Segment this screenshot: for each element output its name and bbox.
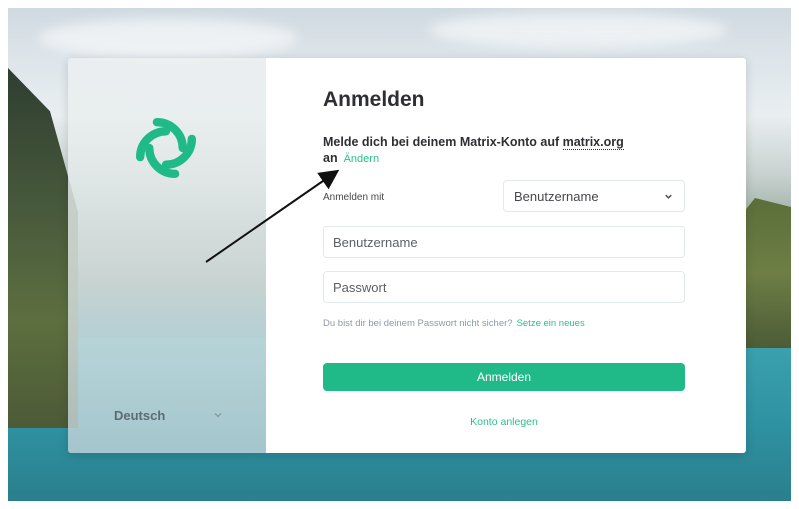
auth-side-panel: Deutsch bbox=[68, 58, 266, 453]
language-dropdown[interactable]: Deutsch bbox=[114, 404, 224, 426]
login-card: Deutsch Anmelden Melde dich bei deinem M… bbox=[68, 58, 746, 453]
server-info-text: Melde dich bei deinem Matrix-Konto auf m… bbox=[323, 134, 663, 167]
server-name: matrix.org bbox=[562, 135, 624, 150]
username-input[interactable] bbox=[323, 226, 685, 258]
element-logo-icon bbox=[135, 117, 197, 179]
login-with-label: Anmelden mit bbox=[323, 192, 385, 203]
server-info-prefix: Melde dich bei deinem Matrix-Konto auf bbox=[323, 135, 563, 149]
chevron-down-icon bbox=[665, 194, 672, 199]
background-cloud bbox=[38, 18, 298, 58]
page-title: Anmelden bbox=[323, 88, 425, 111]
chevron-down-icon bbox=[214, 412, 222, 418]
create-account-link[interactable]: Konto anlegen bbox=[323, 416, 685, 428]
forgot-password-row: Du bist dir bei deinem Passwort nicht si… bbox=[323, 318, 585, 329]
login-method-dropdown[interactable]: Benutzername bbox=[503, 180, 685, 212]
sign-in-button[interactable]: Anmelden bbox=[323, 363, 685, 391]
language-selected-label: Deutsch bbox=[114, 407, 166, 423]
background-cloud bbox=[428, 12, 728, 48]
forgot-password-text: Du bist dir bei deinem Passwort nicht si… bbox=[323, 318, 513, 329]
change-server-link[interactable]: Ändern bbox=[344, 153, 379, 165]
login-method-selected: Benutzername bbox=[514, 188, 599, 204]
server-info-suffix: an bbox=[323, 151, 338, 165]
login-form-panel: Anmelden Melde dich bei deinem Matrix-Ko… bbox=[266, 58, 746, 453]
reset-password-link[interactable]: Setze ein neues bbox=[517, 318, 585, 329]
password-input[interactable] bbox=[323, 271, 685, 303]
